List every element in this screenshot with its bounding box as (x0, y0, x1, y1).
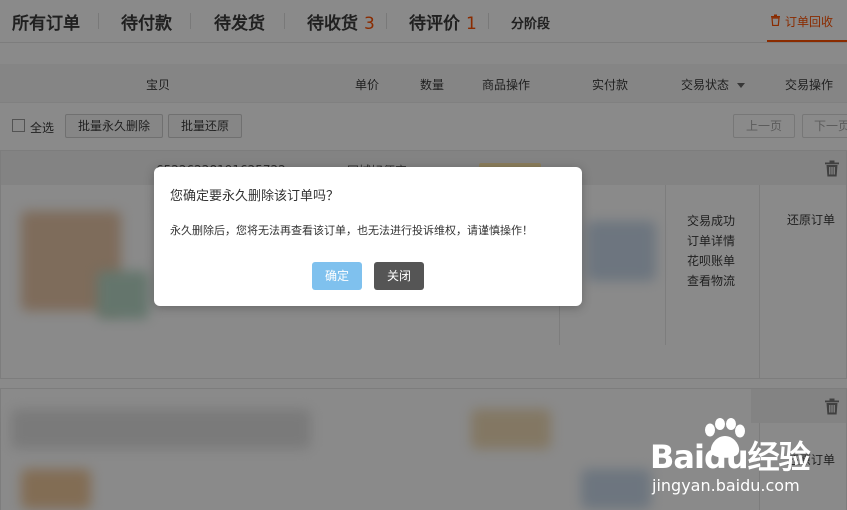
close-button[interactable]: 关闭 (374, 262, 424, 290)
baidu-jingyan-watermark: Baidu经验 jingyan.baidu.com (650, 418, 847, 510)
watermark-logo-text: Baidu经验 (650, 438, 811, 476)
watermark-url: jingyan.baidu.com (652, 476, 800, 495)
confirm-button[interactable]: 确定 (312, 262, 362, 290)
dialog-title: 您确定要永久删除该订单吗？ (170, 189, 340, 204)
confirm-delete-dialog: 您确定要永久删除该订单吗？ 永久删除后，您将无法再查看该订单，也无法进行投诉维权… (154, 167, 582, 306)
dialog-message: 永久删除后，您将无法再查看该订单，也无法进行投诉维权，请谨慎操作！ (170, 224, 533, 237)
order-recycle-page: 所有订单 待付款 待发货 待收货 3 待评价 1 分阶段 订单回收 宝贝 单价 … (0, 0, 847, 510)
